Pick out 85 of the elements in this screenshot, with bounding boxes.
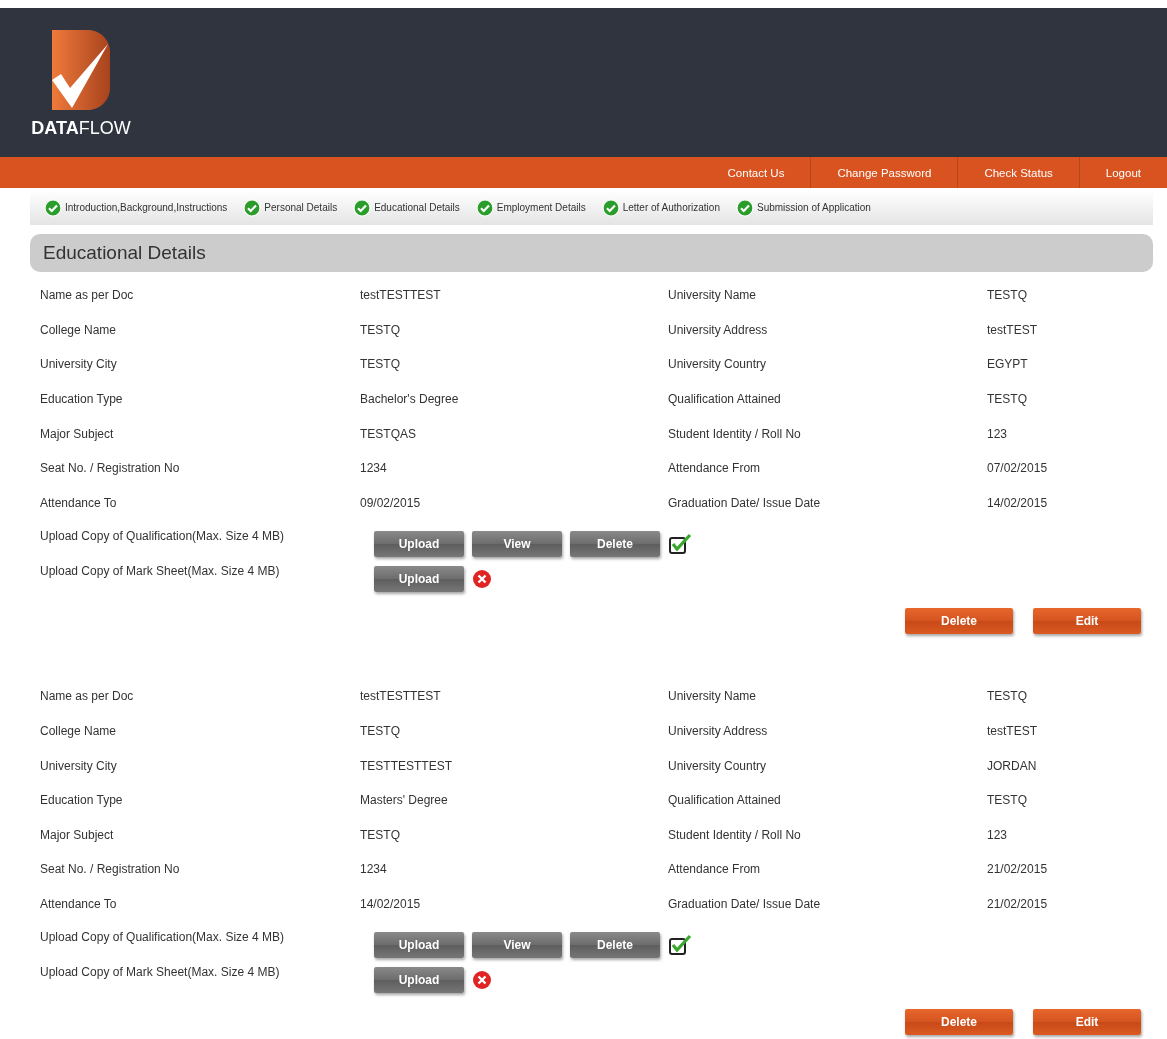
field-value: 09/02/2015 (360, 495, 422, 510)
field-value: TESTQ (987, 392, 1028, 407)
field-value: testTEST (987, 322, 1038, 337)
field-label: University City (40, 357, 118, 372)
logo-icon (50, 28, 112, 112)
upload-label: Upload Copy of Mark Sheet(Max. Size 4 MB) (40, 965, 281, 980)
file-button[interactable]: Delete (570, 531, 660, 558)
field-value: 14/02/2015 (987, 495, 1049, 510)
field-label: Qualification Attained (668, 793, 782, 808)
field-label: Name as per Doc (40, 689, 135, 704)
field-value: TESTQ (987, 793, 1028, 808)
field-label: Education Type (40, 392, 124, 407)
field-value: EGYPT (987, 357, 1029, 372)
nav-link[interactable]: Logout (1078, 157, 1167, 188)
field-value: TESTQ (360, 357, 401, 372)
record-action-button[interactable]: Edit (1033, 1009, 1141, 1036)
upload-label: Upload Copy of Qualification(Max. Size 4 MB) (40, 930, 286, 945)
field-label: Graduation Date/ Issue Date (668, 495, 822, 510)
field-value: 21/02/2015 (987, 862, 1049, 877)
field-label: University Name (668, 288, 758, 303)
field-label: Attendance To (40, 495, 118, 510)
field-value: 1234 (360, 862, 388, 877)
step-label[interactable]: Introduction,Background,Instructions (65, 202, 228, 213)
field-value: testTESTTEST (360, 689, 442, 704)
field-value: Masters' Degree (360, 793, 449, 808)
field-label: Qualification Attained (668, 392, 782, 407)
field-label: Student Identity / Roll No (668, 426, 802, 441)
field-value: TESTQ (360, 322, 401, 337)
field-label: University Country (668, 758, 768, 773)
field-label: Major Subject (40, 827, 115, 842)
field-value: 123 (987, 426, 1009, 441)
step-label[interactable]: Letter of Authorization (622, 202, 720, 213)
field-label: College Name (40, 322, 118, 337)
upload-label: Upload Copy of Qualification(Max. Size 4 MB) (40, 529, 286, 544)
field-label: Graduation Date/ Issue Date (668, 897, 822, 911)
record-action-button[interactable]: Delete (905, 608, 1013, 635)
field-value: TESTTESTTEST (360, 758, 453, 773)
field-label: Name as per Doc (40, 288, 135, 303)
file-button[interactable]: Upload (374, 932, 464, 959)
field-value: TESTQAS (360, 426, 417, 441)
logo-text: DATAFLOW (31, 118, 131, 139)
nav-link[interactable]: Change Password (810, 157, 958, 188)
field-value: 123 (987, 827, 1009, 842)
field-value: TESTQ (987, 689, 1028, 704)
field-label: University Name (668, 689, 758, 704)
field-label: Seat No. / Registration No (40, 862, 181, 877)
field-value: Bachelor's Degree (360, 392, 460, 407)
field-value: TESTQ (360, 724, 401, 739)
field-label: University Address (668, 724, 769, 739)
file-button[interactable]: Upload (374, 967, 464, 994)
field-value: TESTQ (987, 288, 1028, 303)
field-label: Education Type (40, 793, 124, 808)
file-button[interactable]: Delete (570, 932, 660, 959)
file-button[interactable]: View (472, 932, 562, 959)
field-label: Student Identity / Roll No (668, 827, 802, 842)
step-label[interactable]: Employment Details (496, 202, 586, 213)
field-value: 14/02/2015 (360, 897, 422, 911)
step-label[interactable]: Educational Details (374, 202, 460, 213)
field-label: University City (40, 758, 118, 773)
field-label: College Name (40, 724, 118, 739)
nav-link[interactable]: Check Status (957, 157, 1079, 188)
field-label: Seat No. / Registration No (40, 461, 181, 476)
field-label: University Address (668, 322, 769, 337)
field-value: testTEST (987, 724, 1038, 739)
field-label: University Country (668, 357, 768, 372)
field-value: 21/02/2015 (987, 897, 1049, 911)
file-button[interactable]: Upload (374, 531, 464, 558)
field-label: Major Subject (40, 426, 115, 441)
section-title: Educational Details (30, 234, 1153, 272)
upload-label: Upload Copy of Mark Sheet(Max. Size 4 MB) (40, 564, 281, 579)
step-label[interactable]: Submission of Application (756, 202, 871, 213)
field-value: testTESTTEST (360, 288, 442, 303)
file-button[interactable]: Upload (374, 566, 464, 593)
field-value: JORDAN (987, 758, 1038, 773)
field-label: Attendance To (40, 897, 118, 911)
nav-link[interactable]: Contact Us (701, 157, 811, 188)
step-label[interactable]: Personal Details (264, 202, 338, 213)
file-button[interactable]: View (472, 531, 562, 558)
field-label: Attendance From (668, 461, 762, 476)
field-label: Attendance From (668, 862, 762, 877)
field-value: 1234 (360, 461, 388, 476)
record-action-button[interactable]: Delete (905, 1009, 1013, 1036)
field-value: 07/02/2015 (987, 461, 1049, 476)
field-value: TESTQ (360, 827, 401, 842)
record-action-button[interactable]: Edit (1033, 608, 1141, 635)
